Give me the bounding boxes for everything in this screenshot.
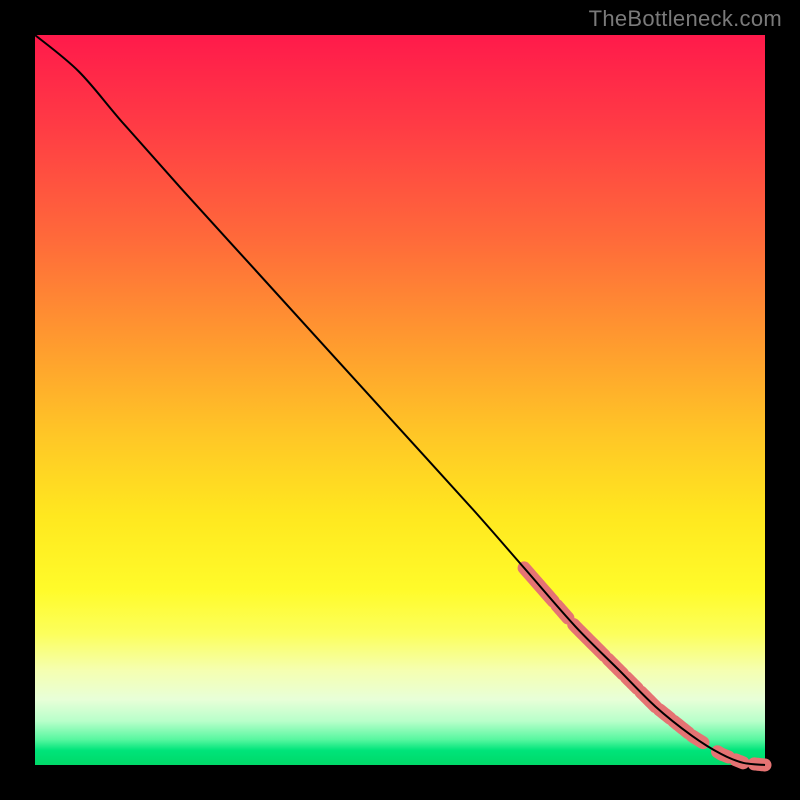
curve-svg [35,35,765,765]
chart-frame: TheBottleneck.com [0,0,800,800]
plot-area [35,35,765,765]
bottleneck-curve-line [35,35,765,765]
watermark-text: TheBottleneck.com [589,6,782,32]
